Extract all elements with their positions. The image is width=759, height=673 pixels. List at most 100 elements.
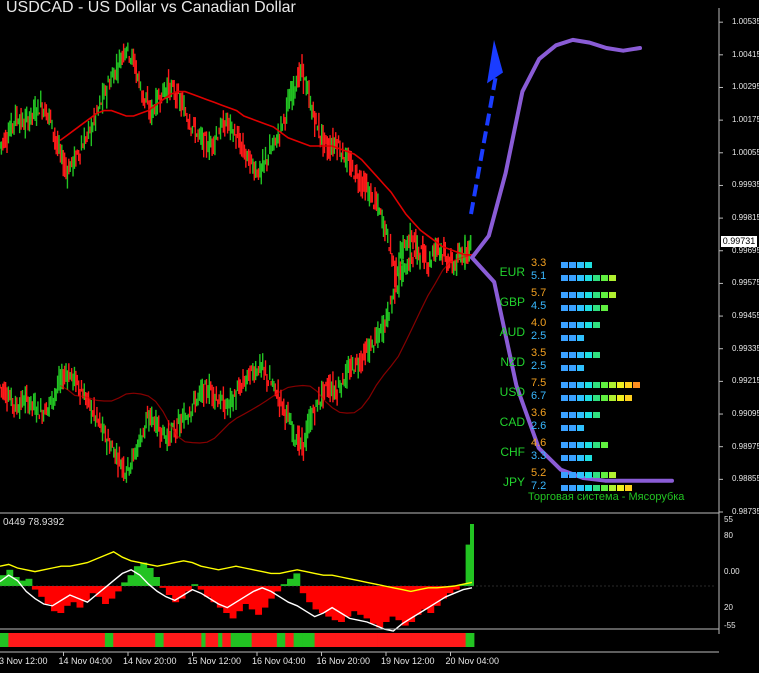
state-cell [8, 633, 13, 647]
histogram-bar [51, 586, 58, 612]
state-strip [0, 633, 475, 647]
strength-value-2: 4.5 [531, 300, 547, 312]
strength-value-2: 2.5 [531, 330, 547, 342]
strength-value-1: 3.5 [531, 347, 547, 359]
histogram-bar [427, 586, 435, 613]
histogram-bar [274, 586, 282, 592]
state-cell [12, 633, 18, 647]
state-cell [0, 633, 5, 647]
chart-title: USDCAD - US Dollar vs Canadian Dollar [6, 0, 296, 16]
state-cell [453, 633, 458, 647]
state-cell [113, 633, 118, 647]
histogram-bar [25, 578, 33, 586]
state-cell [180, 633, 185, 647]
state-cell [457, 633, 462, 647]
histogram-bar [108, 586, 116, 599]
state-cell [306, 633, 311, 647]
state-cell [335, 633, 341, 647]
histogram-bar [197, 586, 205, 590]
histogram-bar [299, 586, 307, 594]
histogram-bar [389, 586, 396, 617]
state-cell [71, 633, 76, 647]
currency-row-aud: AUD 4.0 2.5 [492, 317, 672, 347]
state-cell [436, 633, 441, 647]
state-cell [155, 633, 160, 647]
indicator-tick-label: 0.00 [724, 567, 740, 576]
histogram-bar [76, 586, 84, 608]
y-tick-label: 0.99935 [732, 180, 759, 190]
y-tick-label: 0.98975 [732, 441, 759, 451]
histogram-bar [312, 586, 320, 610]
y-tick-label: 1.00415 [732, 49, 759, 59]
state-cell [398, 633, 404, 647]
y-tick-label: 1.00175 [732, 115, 759, 125]
state-cell [444, 633, 450, 647]
strength-value-2: 7.2 [531, 480, 547, 492]
histogram-bar [70, 586, 78, 603]
state-cell [461, 633, 467, 647]
strength-value-2: 6.7 [531, 390, 547, 402]
state-cell [46, 633, 51, 647]
state-cell [29, 633, 34, 647]
state-cell [302, 633, 307, 647]
state-cell [167, 633, 173, 647]
y-tick-label: 1.00535 [732, 17, 759, 27]
histogram-bar [31, 586, 39, 590]
currency-name: CAD [499, 415, 525, 429]
strength-value-1: 3.3 [531, 257, 547, 269]
state-cell [205, 633, 211, 647]
state-cell [293, 633, 299, 647]
y-tick-label: 1.00055 [732, 147, 759, 157]
state-cell [469, 633, 475, 647]
histogram-bar [470, 524, 474, 586]
state-cell [226, 633, 232, 647]
strength-value-2: 2.5 [531, 360, 547, 372]
state-cell [285, 633, 290, 647]
y-tick-label: 1.00295 [732, 82, 759, 92]
currency-row-chf: CHF 4.6 3.3 [492, 437, 672, 467]
currency-name: GBP [499, 295, 525, 309]
state-cell [138, 633, 144, 647]
state-cell [58, 633, 64, 647]
state-cell [134, 633, 139, 647]
currency-name: CHF [500, 445, 525, 459]
histogram-bar [82, 586, 90, 601]
histogram-bar [293, 573, 301, 586]
state-cell [260, 633, 265, 647]
state-cell [364, 633, 370, 647]
indicator-tick-label: 80 [724, 531, 733, 540]
state-cell [62, 633, 68, 647]
histogram-bar [331, 586, 339, 621]
state-cell [151, 633, 156, 647]
y-tick-label: 0.99815 [732, 213, 759, 223]
histogram-bar [357, 586, 365, 615]
histogram-bar [287, 578, 294, 586]
state-cell [75, 633, 81, 647]
state-cell [4, 633, 9, 647]
histogram-bar [338, 586, 345, 622]
strength-value-1: 4.0 [531, 317, 547, 329]
forecast-arrow-head [487, 39, 503, 84]
chart-window: USDCAD - US Dollar vs Canadian Dollar 0.… [0, 0, 759, 668]
forecast-arrow-shaft [469, 74, 498, 215]
state-cell [163, 633, 169, 647]
state-cell [419, 633, 425, 647]
state-cell [159, 633, 164, 647]
state-cell [130, 633, 135, 647]
currency-row-nzd: NZD 3.5 2.5 [492, 347, 672, 377]
x-tick-label: 14 Nov 04:00 [58, 656, 113, 666]
state-cell [322, 633, 328, 647]
state-cell [385, 633, 391, 647]
strength-value-1: 5.7 [531, 287, 547, 299]
strength-value-1: 5.2 [531, 467, 547, 479]
state-cell [281, 633, 286, 647]
state-cell [92, 633, 97, 647]
main-price-candles [0, 42, 472, 288]
state-cell [176, 633, 181, 647]
state-cell [402, 633, 408, 647]
state-cell [16, 633, 22, 647]
x-tick-label: 14 Nov 20:00 [123, 656, 177, 666]
state-cell [432, 633, 437, 647]
state-cell [377, 633, 383, 647]
histogram-bar [153, 577, 160, 586]
